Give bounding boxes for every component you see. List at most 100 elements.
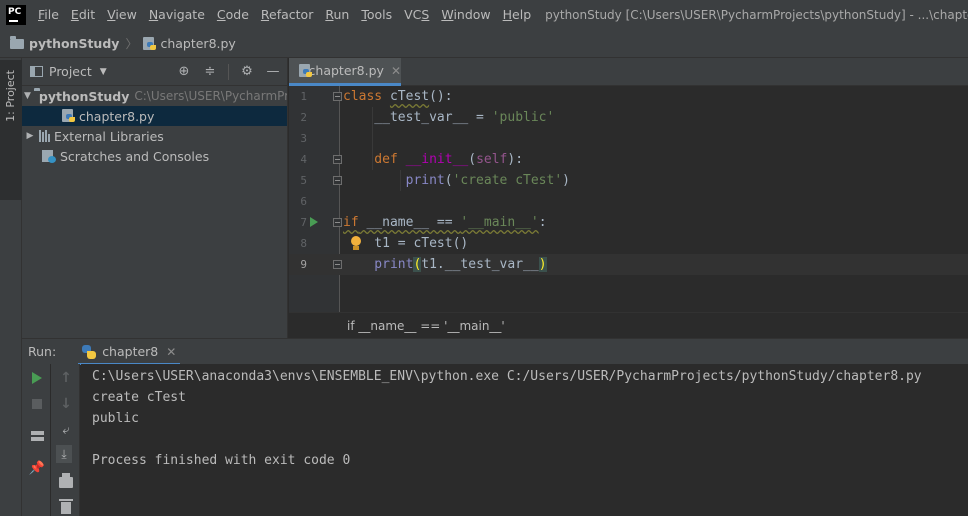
crosshair-locate-icon[interactable]: ⊕ [176, 64, 192, 80]
breadcrumb-file[interactable]: chapter8.py [160, 36, 235, 51]
arrow-up-icon[interactable]: ↑ [58, 370, 74, 386]
code-line-6: 6 [289, 191, 968, 212]
menu-run[interactable]: Run [319, 0, 355, 30]
line-number: 7 [300, 216, 307, 229]
code-line-5: 5 print('create cTest') [289, 170, 968, 191]
minimize-icon[interactable]: — [265, 64, 281, 80]
caret-right-icon[interactable]: ▶ [24, 131, 36, 141]
menu-edit[interactable]: Edit [65, 0, 101, 30]
python-file-icon [62, 109, 75, 123]
fold-marker-icon[interactable] [333, 92, 342, 101]
code-line-7: 7 if __name__ == '__main__': [289, 212, 968, 233]
pin-icon[interactable]: 📌 [29, 460, 45, 476]
breadcrumb-project[interactable]: pythonStudy [29, 36, 119, 51]
line-number: 5 [300, 174, 307, 187]
rerun-play-icon[interactable] [29, 370, 45, 386]
tree-scratches-label: Scratches and Consoles [60, 148, 210, 164]
tree-root-path: C:\Users\USER\PycharmProjects\pythonStud… [134, 89, 287, 103]
run-panel-header: Run: chapter8 ✕ [22, 338, 968, 365]
fold-marker-icon[interactable] [333, 176, 342, 185]
left-tool-stripe: 1: Project [0, 58, 22, 516]
scroll-to-end-icon[interactable]: ⤓ [56, 445, 72, 463]
tree-item-external-libraries[interactable]: ▶ External Libraries [22, 126, 287, 146]
line-number: 6 [300, 195, 307, 208]
code-line-2: 2 __test_var__ = 'public' [289, 107, 968, 128]
tree-item-project-root[interactable]: ▼ pythonStudy C:\Users\USER\PycharmProje… [22, 86, 287, 106]
folder-icon [10, 35, 24, 49]
line-number: 3 [300, 132, 307, 145]
trash-icon[interactable] [58, 499, 74, 516]
code-line-4: 4 def __init__(self): [289, 149, 968, 170]
toolbar-divider [228, 64, 229, 80]
collapse-all-icon[interactable]: ≑ [202, 64, 218, 80]
pycharm-logo-icon: PC [6, 5, 26, 25]
tree-file-label: chapter8.py [79, 108, 155, 124]
chevron-down-icon[interactable]: ▼ [100, 67, 107, 77]
layout-icon[interactable] [29, 428, 45, 444]
print-icon[interactable] [58, 472, 74, 490]
editor-breadcrumb-bar: if __name__ == '__main__' [289, 312, 968, 338]
stop-icon[interactable] [29, 396, 45, 412]
project-view-icon [30, 66, 43, 77]
library-icon [39, 130, 50, 142]
arrow-down-icon[interactable]: ↓ [58, 396, 74, 412]
tree-external-label: External Libraries [54, 128, 164, 144]
code-editor[interactable]: 1 class cTest(): 2 __test_var__ = 'publi… [289, 86, 968, 312]
code-line-9: 9 print(t1.__test_var__) [289, 254, 968, 275]
menu-window[interactable]: Window [435, 0, 496, 30]
tree-item-scratches[interactable]: Scratches and Consoles [22, 146, 287, 166]
console-line: public [92, 411, 139, 426]
chevron-right-icon: 〉 [125, 37, 138, 51]
project-view-selector[interactable]: Project [49, 64, 92, 79]
python-icon [82, 344, 97, 359]
navigation-bar: pythonStudy 〉 chapter8.py [0, 30, 968, 58]
run-tab-label: chapter8 [102, 344, 159, 359]
menu-help[interactable]: Help [497, 0, 538, 30]
line-number: 9 [300, 258, 307, 271]
run-label: Run: [28, 344, 57, 359]
fold-marker-icon[interactable] [333, 260, 342, 269]
menu-tools[interactable]: Tools [355, 0, 398, 30]
console-line: Process finished with exit code 0 [92, 453, 351, 468]
run-console[interactable]: C:\Users\USER\anaconda3\envs\ENSEMBLE_EN… [81, 364, 968, 516]
project-tree: ▼ pythonStudy C:\Users\USER\PycharmProje… [22, 86, 287, 362]
soft-wrap-icon[interactable]: ⤶ [58, 422, 74, 438]
menu-bar: PC File Edit View Navigate Code Refactor… [0, 0, 968, 30]
run-gutter-icon[interactable] [310, 217, 318, 227]
project-panel: Project ▼ ⊕ ≑ ⚙ — ▼ pythonStudy C:\Users… [22, 58, 288, 362]
tree-root-name: pythonStudy [38, 88, 130, 104]
close-icon[interactable]: ✕ [391, 64, 401, 78]
close-icon[interactable]: ✕ [166, 345, 176, 359]
code-line-1: 1 class cTest(): [289, 86, 968, 107]
console-line: create cTest [92, 390, 186, 405]
window-title: pythonStudy [C:\Users\USER\PycharmProjec… [545, 8, 968, 22]
menu-view[interactable]: View [101, 0, 143, 30]
menu-refactor[interactable]: Refactor [255, 0, 319, 30]
menu-navigate[interactable]: Navigate [143, 0, 211, 30]
run-tab-chapter8[interactable]: chapter8 ✕ [78, 339, 181, 365]
code-line-3: 3 [289, 128, 968, 149]
line-number: 1 [300, 90, 307, 103]
line-number: 8 [300, 237, 307, 250]
project-panel-header: Project ▼ ⊕ ≑ ⚙ — [22, 58, 287, 86]
line-number: 4 [300, 153, 307, 166]
tab-label: chapter8.py [308, 63, 384, 78]
menu-file[interactable]: File [32, 0, 65, 30]
fold-marker-icon[interactable] [333, 218, 342, 227]
fold-marker-icon[interactable] [333, 155, 342, 164]
scratches-icon [42, 149, 56, 163]
caret-down-icon[interactable]: ▼ [24, 91, 31, 101]
menu-code[interactable]: Code [211, 0, 255, 30]
gear-icon[interactable]: ⚙ [239, 64, 255, 80]
project-tool-button[interactable]: 1: Project [0, 60, 22, 200]
project-tool-label: 1: Project [4, 70, 17, 122]
run-toolbar-primary: 📌 [22, 364, 50, 516]
python-file-icon [299, 63, 312, 78]
python-file-icon [143, 36, 157, 51]
tab-chapter8[interactable]: chapter8.py ✕ [289, 58, 401, 86]
menu-vcs[interactable]: VCS [398, 0, 435, 30]
run-toolbar-secondary: ↑ ↓ ⤶ ⤓ [51, 364, 80, 516]
editor-breadcrumb[interactable]: if __name__ == '__main__' [347, 319, 505, 333]
editor-tab-bar: chapter8.py ✕ [289, 58, 968, 86]
tree-item-chapter8[interactable]: chapter8.py [22, 106, 287, 126]
